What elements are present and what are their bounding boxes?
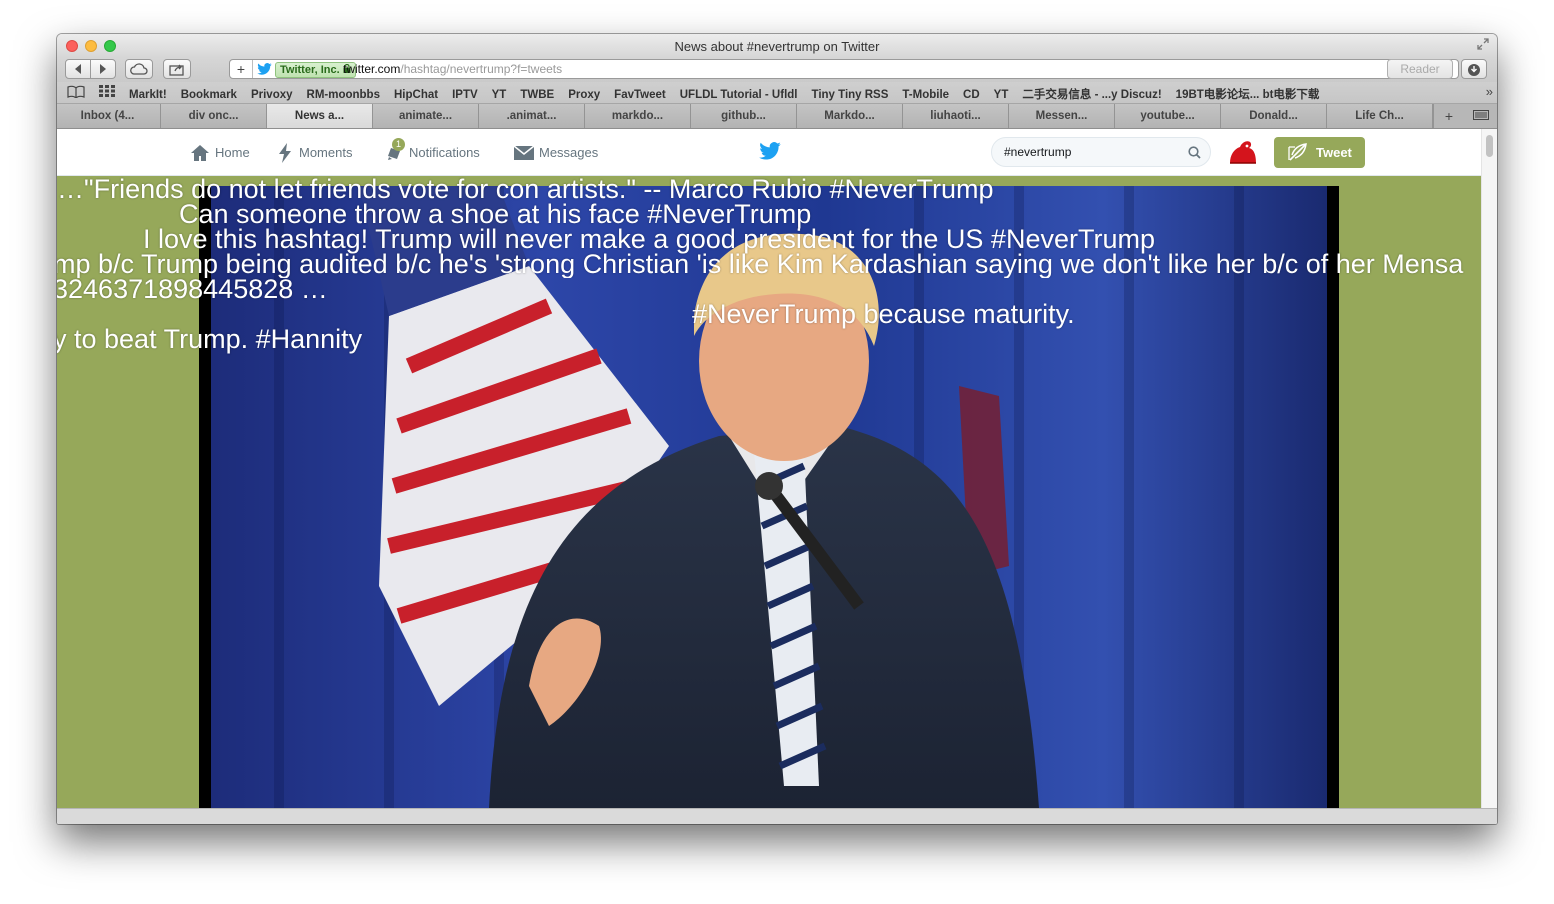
browser-tab[interactable]: News a...: [267, 104, 373, 128]
top-sites-icon[interactable]: [99, 85, 115, 100]
downloads-button[interactable]: [1461, 59, 1487, 79]
bookmark-item[interactable]: RM-moonbbs: [307, 89, 380, 101]
title-bar: News about #nevertrump on Twitter: [57, 34, 1497, 58]
browser-window: News about #nevertrump on Twitter + Twit…: [57, 34, 1497, 824]
bookmark-item[interactable]: FavTweet: [614, 89, 666, 101]
twitter-bird-icon: [257, 63, 272, 75]
browser-tab[interactable]: markdo...: [585, 104, 691, 128]
bookmark-item[interactable]: Proxy: [568, 89, 600, 101]
reading-list-icon[interactable]: [67, 85, 85, 101]
video-player[interactable]: [199, 186, 1339, 808]
nav-home-label: Home: [215, 145, 250, 160]
browser-tab[interactable]: Inbox (4...: [57, 104, 161, 128]
bookmark-item[interactable]: CD: [963, 89, 980, 101]
bookmark-item[interactable]: IPTV: [452, 89, 478, 101]
video-frame-image: [199, 186, 1339, 808]
bookmark-item[interactable]: YT: [994, 89, 1009, 101]
web-page: Home Moments 1 Notifications Messages #n…: [57, 129, 1497, 824]
profile-avatar[interactable]: [1227, 137, 1259, 167]
home-icon: [191, 145, 209, 161]
twitter-search-input[interactable]: [991, 137, 1211, 167]
bookmarks-overflow-icon[interactable]: »: [1486, 84, 1493, 99]
nav-moments-label: Moments: [299, 145, 353, 160]
nav-notifications-label: Notifications: [409, 145, 480, 160]
browser-tab[interactable]: div onc...: [161, 104, 267, 128]
browser-tab[interactable]: youtube...: [1115, 104, 1221, 128]
address-bar[interactable]: + Twitter, Inc. twitter.com/hashtag/neve…: [229, 59, 1459, 79]
browser-tab[interactable]: Messen...: [1009, 104, 1115, 128]
notifications-count-badge: 1: [392, 138, 405, 151]
browser-tab[interactable]: Donald...: [1221, 104, 1327, 128]
bookmark-item[interactable]: UFLDL Tutorial - Ufldl: [680, 89, 798, 101]
envelope-icon: [514, 145, 534, 160]
ev-certificate-label: Twitter, Inc.: [280, 64, 340, 76]
download-icon: [1468, 64, 1480, 76]
bookmark-item[interactable]: T-Mobile: [902, 89, 949, 101]
share-icon: [169, 64, 184, 76]
tweet-button-label: Tweet: [1316, 145, 1352, 160]
arrow-left-icon: [75, 64, 81, 74]
bookmark-item[interactable]: TWBE: [520, 89, 554, 101]
browser-toolbar: + Twitter, Inc. twitter.com/hashtag/neve…: [57, 58, 1497, 82]
browser-tab[interactable]: animate...: [373, 104, 479, 128]
page-scrollbar[interactable]: [1481, 129, 1497, 824]
browser-tab[interactable]: Life Ch...: [1327, 104, 1433, 128]
cloud-icon: [130, 63, 148, 75]
browser-tab[interactable]: github...: [691, 104, 797, 128]
twitter-top-nav: Home Moments 1 Notifications Messages #n…: [57, 129, 1482, 176]
arrow-right-icon: [100, 64, 106, 74]
forward-button[interactable]: [90, 59, 116, 79]
browser-tab[interactable]: Markdo...: [797, 104, 903, 128]
bookmark-item[interactable]: Bookmark: [181, 89, 237, 101]
lightning-icon: [279, 143, 291, 163]
tab-bar: Life Ch... Donald... youtube... Messen... li…: [57, 104, 1497, 129]
url-path: /hashtag/nevertrump?f=tweets: [400, 62, 563, 76]
browser-tab[interactable]: liuhaoti...: [903, 104, 1009, 128]
back-button[interactable]: [65, 59, 91, 79]
bookmark-item[interactable]: HipChat: [394, 89, 438, 101]
reader-button[interactable]: Reader: [1387, 59, 1453, 79]
scrollbar-thumb[interactable]: [1486, 135, 1493, 157]
bookmark-items: MarkIt! Bookmark Privoxy RM-moonbbs HipChat I…: [129, 86, 1333, 102]
url-text: twitter.com/hashtag/nevertrump?f=tweets: [343, 62, 562, 76]
red-creature-avatar-icon: [1230, 141, 1256, 164]
bookmark-item[interactable]: 19BT电影论坛... bt电影下载: [1176, 89, 1320, 101]
add-bookmark-button[interactable]: +: [230, 60, 253, 78]
icloud-tabs-button[interactable]: [125, 59, 153, 79]
bookmark-item[interactable]: YT: [492, 89, 507, 101]
compose-tweet-button[interactable]: Tweet: [1274, 137, 1365, 168]
url-domain: twitter.com: [343, 62, 401, 76]
bookmarks-bar: MarkIt! Bookmark Privoxy RM-moonbbs HipChat I…: [57, 82, 1497, 104]
tab-overview-icon[interactable]: [1465, 104, 1497, 128]
bookmark-item[interactable]: Tiny Tiny RSS: [812, 89, 889, 101]
hashtag-content-area: …"Friends do not let friends vote for co…: [57, 176, 1482, 808]
fullscreen-icon[interactable]: [1477, 38, 1491, 52]
browser-tab[interactable]: .animat...: [479, 104, 585, 128]
bookmark-item[interactable]: MarkIt!: [129, 89, 167, 101]
bookmark-item[interactable]: 二手交易信息 - ...y Discuz!: [1022, 89, 1161, 101]
status-bar: [57, 808, 1497, 824]
share-button[interactable]: [163, 59, 191, 79]
compose-quill-icon: [1288, 143, 1307, 161]
search-icon[interactable]: [1188, 146, 1201, 164]
window-title: News about #nevertrump on Twitter: [674, 39, 880, 54]
new-tab-button[interactable]: +: [1433, 104, 1464, 128]
nav-messages-label: Messages: [539, 145, 599, 160]
bookmark-item[interactable]: Privoxy: [251, 89, 293, 101]
back-forward-group: [65, 59, 117, 79]
twitter-logo-icon[interactable]: [759, 142, 781, 165]
